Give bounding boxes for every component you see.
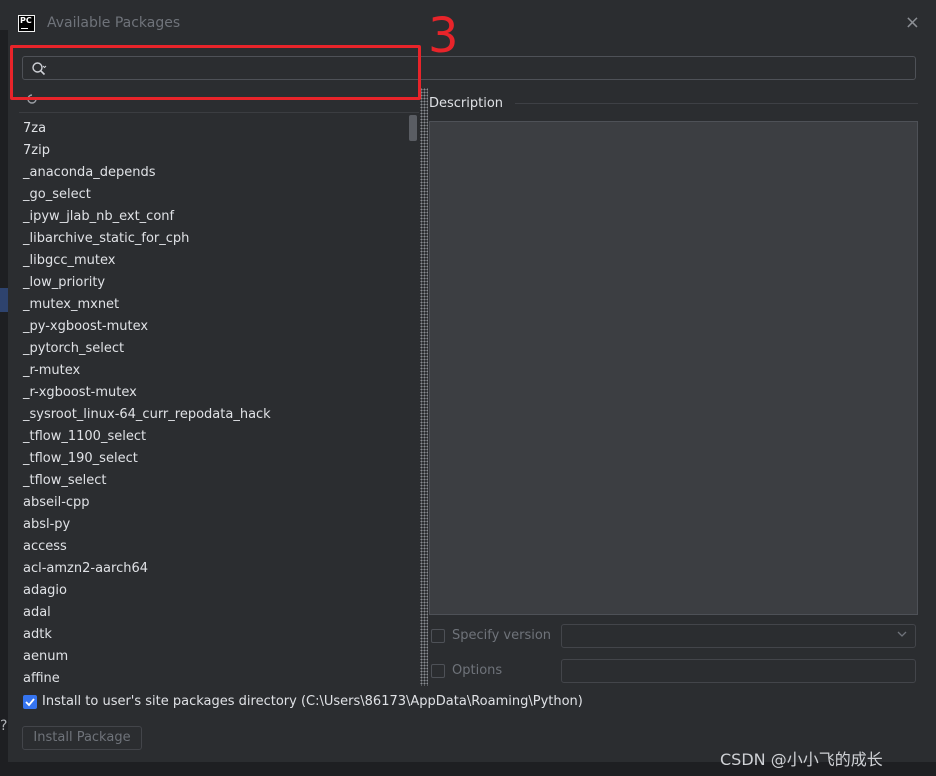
loading-row — [19, 88, 419, 113]
install-package-button[interactable]: Install Package — [22, 726, 142, 750]
package-list-item[interactable]: _ipyw_jlab_nb_ext_conf — [19, 206, 409, 228]
install-user-site-label[interactable]: Install to user's site packages director… — [42, 694, 583, 709]
package-list-item[interactable]: _sysroot_linux-64_curr_repodata_hack — [19, 404, 409, 426]
package-list-item[interactable]: aenum — [19, 646, 409, 668]
install-user-site-checkbox[interactable] — [23, 695, 37, 709]
package-list-item[interactable]: _tflow_1100_select — [19, 426, 409, 448]
package-list-panel: 7za 7zip _anaconda_depends _go_select _ipyw_… — [19, 88, 419, 686]
package-list-item[interactable]: affine — [19, 668, 409, 686]
package-list-item[interactable]: acl-amzn2-aarch64 — [19, 558, 409, 580]
package-list-item[interactable]: _libgcc_mutex — [19, 250, 409, 272]
ide-background-strip — [0, 30, 8, 776]
package-list-item[interactable]: _mutex_mxnet — [19, 294, 409, 316]
options-input[interactable] — [561, 659, 916, 683]
package-list-item[interactable]: _go_select — [19, 184, 409, 206]
chevron-down-icon — [897, 631, 907, 637]
available-packages-dialog: PC Available Packages × 7za 7zip _anaconda… — [8, 0, 936, 762]
package-list-item[interactable]: _r-xgboost-mutex — [19, 382, 409, 404]
package-list-item[interactable]: access — [19, 536, 409, 558]
annotation-number-text: 3 — [428, 8, 459, 58]
version-select[interactable] — [561, 624, 916, 648]
pycharm-app-icon: PC — [18, 15, 35, 32]
package-list-scrollbar[interactable] — [409, 115, 417, 141]
specify-version-checkbox[interactable] — [431, 629, 445, 643]
description-label: Description — [429, 96, 504, 111]
package-list-item[interactable]: _anaconda_depends — [19, 162, 409, 184]
specify-version-label: Specify version — [452, 628, 552, 643]
package-search-field[interactable] — [22, 56, 916, 80]
description-separator — [515, 103, 918, 104]
package-list[interactable]: 7za 7zip _anaconda_depends _go_select _ipyw_… — [19, 118, 409, 686]
options-label: Options — [452, 663, 503, 678]
description-panel — [429, 121, 918, 615]
package-list-item[interactable]: 7zip — [19, 140, 409, 162]
package-list-item[interactable]: _pytorch_select — [19, 338, 409, 360]
package-list-item[interactable]: _low_priority — [19, 272, 409, 294]
ide-background-selection — [0, 288, 8, 312]
title-bar: PC Available Packages × — [8, 0, 936, 46]
package-list-item[interactable]: absl-py — [19, 514, 409, 536]
search-input[interactable] — [53, 59, 907, 79]
package-list-item[interactable]: _libarchive_static_for_cph — [19, 228, 409, 250]
package-list-item[interactable]: _tflow_select — [19, 470, 409, 492]
search-icon[interactable] — [31, 61, 47, 77]
package-list-item[interactable]: abseil-cpp — [19, 492, 409, 514]
csdn-watermark: CSDN @小小飞的成长 — [720, 750, 883, 769]
close-icon[interactable]: × — [905, 12, 920, 33]
app-icon-text: PC — [20, 16, 32, 25]
checkmark-icon — [25, 698, 35, 707]
loading-spinner-icon — [27, 94, 37, 104]
dialog-title: Available Packages — [47, 15, 181, 31]
package-list-item[interactable]: _py-xgboost-mutex — [19, 316, 409, 338]
panel-splitter[interactable] — [420, 88, 428, 686]
annotation-number-three: 3 — [428, 8, 459, 58]
package-list-item[interactable]: _tflow_190_select — [19, 448, 409, 470]
help-icon[interactable]: ? — [0, 718, 7, 734]
options-checkbox[interactable] — [431, 664, 445, 678]
package-list-item[interactable]: 7za — [19, 118, 409, 140]
package-list-item[interactable]: adal — [19, 602, 409, 624]
package-list-item[interactable]: adtk — [19, 624, 409, 646]
package-list-item[interactable]: adagio — [19, 580, 409, 602]
package-list-item[interactable]: _r-mutex — [19, 360, 409, 382]
